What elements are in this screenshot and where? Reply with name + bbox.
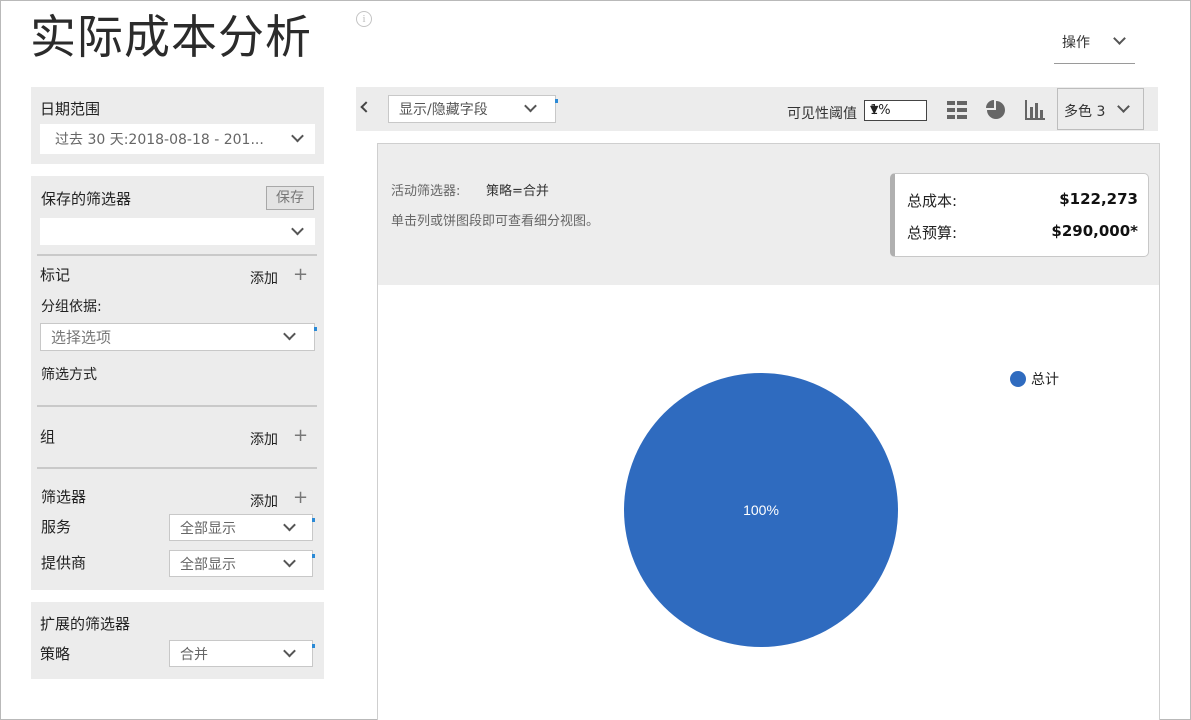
provider-filter-dropdown[interactable]: 全部显示 bbox=[169, 550, 315, 577]
visibility-threshold-select[interactable]: 1% ▼ bbox=[864, 100, 927, 121]
date-range-panel: 日期范围 过去 30 天:2018-08-18 - 201... bbox=[31, 87, 324, 164]
field-marker bbox=[314, 327, 317, 331]
total-cost-value: $122,273 bbox=[1059, 190, 1138, 208]
plus-icon[interactable]: + bbox=[293, 427, 308, 445]
add-tag-button[interactable]: 添加 bbox=[250, 268, 278, 288]
chart-toolbar: 显示/隐藏字段 可见性阈值 1% ▼ 多色 3 bbox=[356, 87, 1158, 131]
policy-filter-value: 合并 bbox=[180, 646, 208, 663]
extended-filters-panel: 扩展的筛选器 策略 合并 bbox=[31, 602, 324, 679]
chevron-down-icon bbox=[283, 644, 296, 658]
policy-filter-dropdown[interactable]: 合并 bbox=[169, 640, 315, 667]
divider bbox=[37, 254, 317, 256]
chevron-down-icon bbox=[283, 328, 296, 341]
pie-chart-icon[interactable] bbox=[985, 99, 1007, 121]
drilldown-hint: 单击列或饼图段即可查看细分视图。 bbox=[391, 214, 600, 229]
visibility-threshold-label: 可见性阈值 bbox=[787, 106, 857, 122]
save-button[interactable]: 保存 bbox=[266, 186, 314, 210]
chevron-down-icon bbox=[283, 554, 296, 568]
grid-icon[interactable] bbox=[946, 99, 968, 121]
add-group-button[interactable]: 添加 bbox=[250, 429, 278, 449]
date-range-dropdown[interactable]: 过去 30 天:2018-08-18 - 201... bbox=[40, 124, 315, 154]
chevron-down-icon bbox=[291, 222, 304, 236]
date-range-label: 日期范围 bbox=[40, 100, 101, 118]
tags-label: 标记 bbox=[40, 266, 71, 284]
date-range-value: 过去 30 天:2018-08-18 - 201... bbox=[55, 132, 264, 148]
groups-label: 组 bbox=[40, 428, 56, 446]
chevron-down-icon bbox=[291, 129, 304, 143]
group-by-label: 分组依据: bbox=[41, 299, 102, 315]
group-by-placeholder: 选择选项 bbox=[51, 328, 112, 347]
cost-summary-card: 总成本: $122,273 总预算: $290,000* bbox=[890, 173, 1149, 257]
saved-filters-dropdown[interactable] bbox=[40, 218, 315, 245]
provider-filter-value: 全部显示 bbox=[180, 556, 236, 573]
group-by-dropdown[interactable]: 选择选项 bbox=[40, 323, 317, 351]
extended-filters-label: 扩展的筛选器 bbox=[40, 615, 131, 633]
collapse-panel-icon[interactable] bbox=[360, 101, 372, 113]
total-budget-label: 总预算: bbox=[907, 224, 958, 242]
saved-filters-label: 保存的筛选器 bbox=[41, 190, 132, 208]
add-filter-button[interactable]: 添加 bbox=[250, 491, 278, 511]
chevron-down-icon bbox=[1113, 32, 1126, 45]
dropdown-arrow-icon: ▼ bbox=[870, 103, 879, 116]
filters-label: 筛选器 bbox=[41, 488, 87, 506]
chevron-down-icon bbox=[283, 518, 296, 532]
chevron-down-icon bbox=[524, 100, 537, 113]
pie-chart: 100% 总计 bbox=[624, 371, 1059, 647]
pie-slice-label: 100% bbox=[743, 502, 779, 518]
bar-chart-icon[interactable] bbox=[1024, 99, 1046, 121]
active-filters-label: 活动筛选器: bbox=[391, 184, 461, 199]
info-icon[interactable]: i bbox=[356, 11, 372, 27]
service-filter-dropdown[interactable]: 全部显示 bbox=[169, 514, 315, 541]
legend-label[interactable]: 总计 bbox=[1031, 372, 1059, 388]
page-title: 实际成本分析 bbox=[30, 10, 312, 64]
plus-icon[interactable]: + bbox=[293, 266, 308, 284]
show-hide-fields-dropdown[interactable]: 显示/隐藏字段 bbox=[388, 95, 558, 123]
plus-icon[interactable]: + bbox=[293, 489, 308, 507]
show-hide-fields-label: 显示/隐藏字段 bbox=[399, 102, 488, 118]
field-marker bbox=[312, 644, 315, 648]
chevron-down-icon bbox=[1117, 100, 1130, 113]
field-marker bbox=[312, 554, 315, 558]
color-scheme-dropdown[interactable]: 多色 3 bbox=[1057, 88, 1144, 130]
total-cost-label: 总成本: bbox=[907, 192, 958, 210]
total-budget-value: $290,000* bbox=[1051, 222, 1138, 240]
divider bbox=[37, 467, 317, 469]
service-filter-label: 服务 bbox=[41, 518, 72, 536]
field-marker bbox=[312, 518, 315, 522]
actions-label: 操作 bbox=[1062, 35, 1090, 51]
active-filters-value: 策略=合并 bbox=[486, 184, 549, 199]
field-marker bbox=[555, 99, 558, 103]
filters-panel: 保存的筛选器 保存 标记 添加 + 分组依据: 选择选项 筛选方式 组 添加 +… bbox=[31, 176, 324, 590]
filter-by-label: 筛选方式 bbox=[41, 367, 97, 383]
summary-header: 活动筛选器: 策略=合并 单击列或饼图段即可查看细分视图。 总成本: $122,… bbox=[378, 144, 1159, 285]
provider-filter-label: 提供商 bbox=[41, 554, 87, 572]
policy-filter-label: 策略 bbox=[40, 645, 71, 663]
divider bbox=[37, 405, 317, 407]
service-filter-value: 全部显示 bbox=[180, 520, 236, 537]
legend-marker[interactable] bbox=[1010, 371, 1026, 387]
color-scheme-label: 多色 3 bbox=[1064, 104, 1106, 120]
actions-dropdown[interactable]: 操作 bbox=[1054, 22, 1135, 64]
